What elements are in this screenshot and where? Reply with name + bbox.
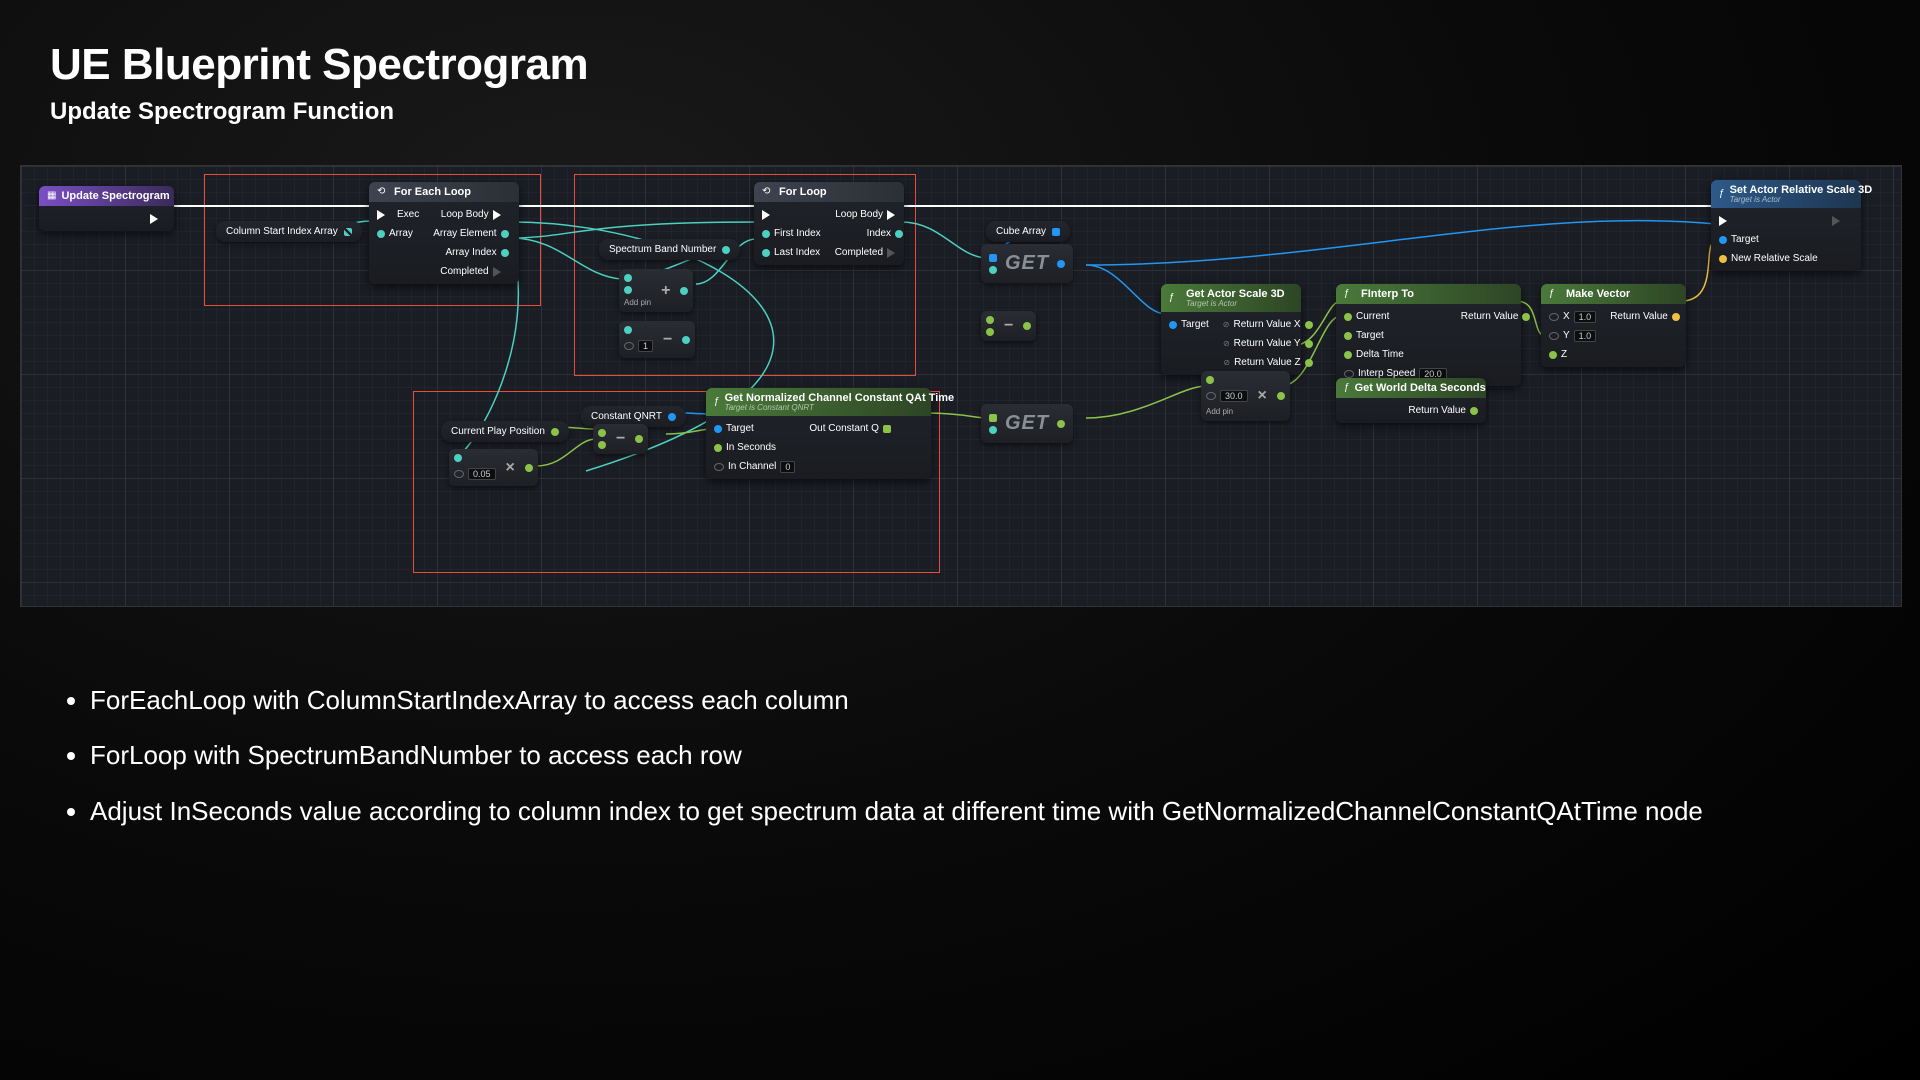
node-add[interactable]: Add pin + (619, 269, 693, 312)
node-for-each-loop[interactable]: ⟲For Each Loop Exec Array Loop Body Arra… (369, 182, 519, 284)
node-make-vector[interactable]: ƒMake Vector X1.0 Y1.0 Z Return Value (1541, 284, 1686, 367)
var-current-play-position[interactable]: Current Play Position (441, 421, 569, 442)
var-cube-array[interactable]: Cube Array (986, 221, 1070, 242)
function-icon: ƒ (714, 396, 720, 408)
function-icon: ƒ (1549, 288, 1561, 300)
node-array-get-2[interactable]: GET (981, 404, 1073, 443)
loop-icon: ⟲ (762, 186, 774, 198)
var-spectrum-band-number[interactable]: Spectrum Band Number (599, 239, 740, 260)
node-get-normalized-channel-constant-q-at-time[interactable]: ƒ Get Normalized Channel Constant QAt Ti… (706, 388, 931, 479)
node-finterp-to[interactable]: ƒFInterp To Current Target Delta Time In… (1336, 284, 1521, 386)
node-set-actor-relative-scale-3d[interactable]: ƒ Set Actor Relative Scale 3DTarget is A… (1711, 180, 1861, 271)
bullet-2: ForLoop with SpectrumBandNumber to acces… (90, 731, 1703, 780)
function-icon: ƒ (1344, 288, 1356, 300)
node-get-actor-scale-3d[interactable]: ƒ Get Actor Scale 3DTarget is Actor Targ… (1161, 284, 1301, 375)
bullet-1: ForEachLoop with ColumnStartIndexArray t… (90, 676, 1703, 725)
var-column-start-index-array[interactable]: Column Start Index Array (216, 221, 362, 242)
node-for-loop[interactable]: ⟲For Loop First Index Last Index Loop Bo… (754, 182, 904, 265)
node-multiply-005[interactable]: 0.05 × (449, 449, 538, 486)
bullet-3: Adjust InSeconds value according to colu… (90, 787, 1703, 836)
node-array-get-1[interactable]: GET (981, 244, 1073, 283)
node-update-spectrogram[interactable]: ▦ Update Spectrogram (39, 186, 174, 231)
loop-icon: ⟲ (377, 186, 389, 198)
node-multiply-30[interactable]: 30.0Add pin × (1201, 371, 1290, 421)
node-get-world-delta-seconds[interactable]: ƒGet World Delta Seconds Return Value (1336, 378, 1486, 423)
int-out-pin[interactable] (722, 246, 730, 254)
exec-out-pin[interactable] (150, 214, 166, 224)
function-icon: ƒ (1169, 292, 1181, 304)
node-subtract-2[interactable]: − (981, 311, 1036, 341)
function-icon: ▦ (47, 190, 56, 202)
array-out-pin[interactable] (344, 228, 352, 236)
blueprint-canvas[interactable]: ▦ Update Spectrogram Column Start Index … (20, 165, 1902, 607)
description-bullets: ForEachLoop with ColumnStartIndexArray t… (50, 676, 1703, 842)
function-icon: ƒ (1344, 382, 1350, 394)
page-title: UE Blueprint Spectrogram (50, 40, 1920, 90)
page-subtitle: Update Spectrogram Function (50, 98, 1920, 126)
node-subtract-1[interactable]: 1 − (619, 321, 695, 358)
function-icon: ƒ (1719, 188, 1725, 200)
node-subtract-3[interactable]: − (593, 424, 648, 454)
title-block: UE Blueprint Spectrogram Update Spectrog… (0, 0, 1920, 126)
